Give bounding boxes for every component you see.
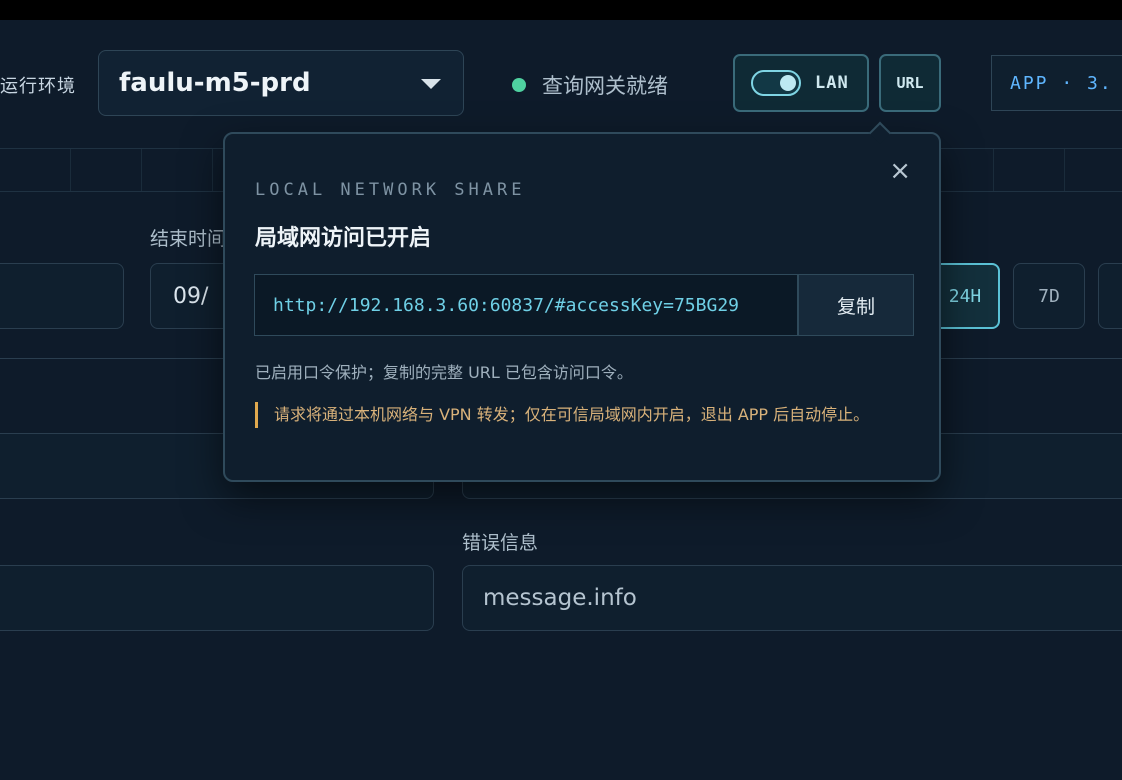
env-select[interactable]: faulu-m5-prd <box>98 50 464 116</box>
popover-arrow <box>868 121 892 145</box>
url-button[interactable]: URL <box>879 54 941 112</box>
copy-button[interactable]: 复制 <box>797 275 913 335</box>
toggle-knob <box>780 75 796 91</box>
share-url-text[interactable]: http://192.168.3.60:60837/#accessKey=75B… <box>255 275 797 335</box>
network-warning: 请求将通过本机网络与 VPN 转发；仅在可信局域网内开启，退出 APP 后自动停… <box>255 402 913 428</box>
app-version-badge: APP · 3. <box>991 55 1122 111</box>
lan-share-popover: × LOCAL NETWORK SHARE 局域网访问已开启 http://19… <box>223 121 941 482</box>
range-7d-button[interactable]: 7D <box>1013 263 1085 329</box>
lan-share-toggle[interactable]: LAN <box>733 54 869 112</box>
share-url-box: http://192.168.3.60:60837/#accessKey=75B… <box>254 274 914 336</box>
lan-toggle-label: LAN <box>815 73 849 93</box>
range-more-button[interactable] <box>1098 263 1122 329</box>
toggle-switch-icon <box>751 70 801 96</box>
start-time-field[interactable] <box>0 263 124 329</box>
popover-title: 局域网访问已开启 <box>255 226 432 251</box>
gateway-status-text: 查询网关就绪 <box>542 74 668 98</box>
error-info-label: 错误信息 <box>462 532 539 554</box>
window-top-strip <box>0 0 1122 20</box>
gateway-status: 查询网关就绪 <box>512 70 668 100</box>
close-icon[interactable]: × <box>889 158 911 184</box>
chevron-down-icon <box>421 79 441 89</box>
env-label: 运行环境 <box>0 76 76 97</box>
protection-note: 已启用口令保护；复制的完整 URL 已包含访问口令。 <box>255 363 633 382</box>
popover-eyebrow: LOCAL NETWORK SHARE <box>255 180 526 200</box>
status-dot-icon <box>512 78 526 92</box>
end-time-label: 结束时间 <box>150 228 227 250</box>
filter-field-left-2[interactable] <box>0 565 434 631</box>
env-select-value: faulu-m5-prd <box>119 68 311 98</box>
error-info-input[interactable]: message.info <box>462 565 1122 631</box>
